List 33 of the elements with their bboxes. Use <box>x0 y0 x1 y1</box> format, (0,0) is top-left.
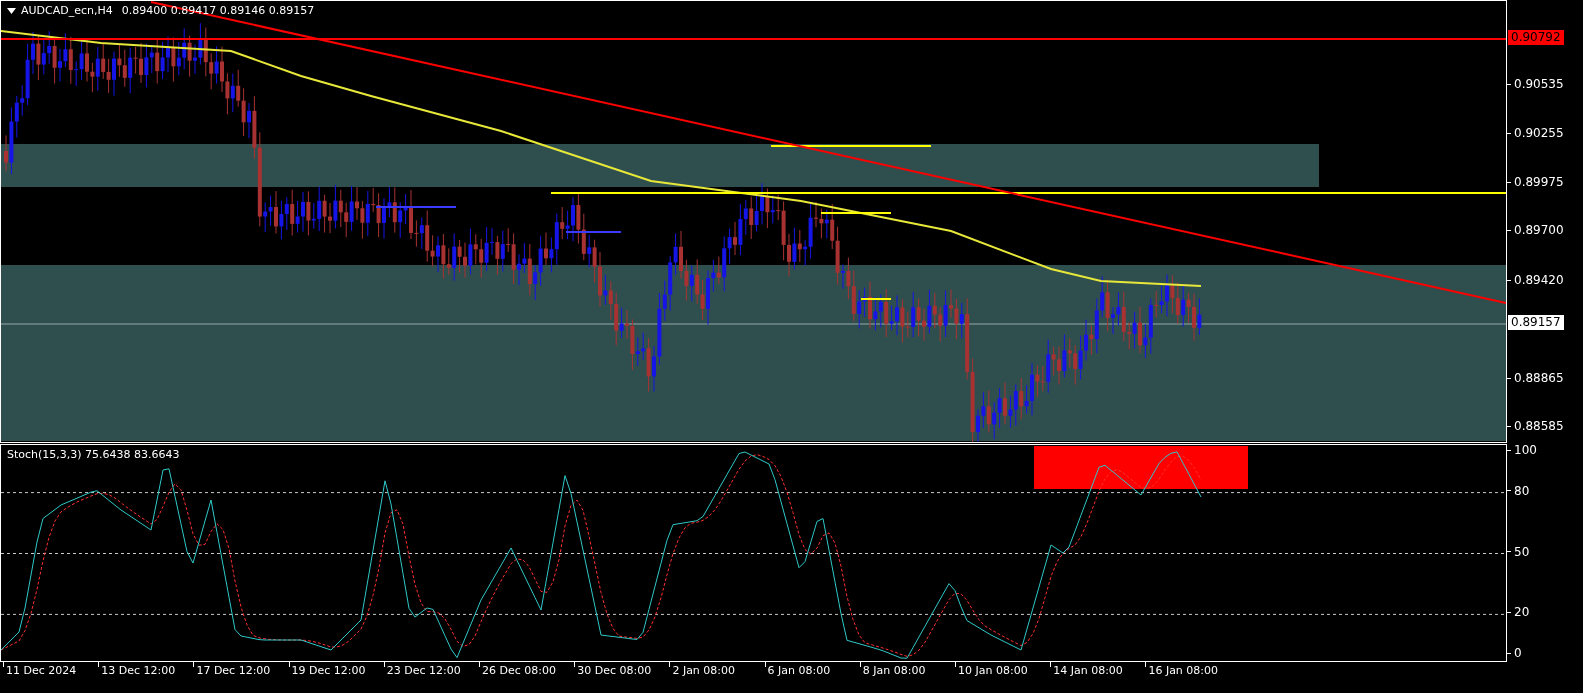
indicator-title: Stoch(15,3,3) 75.6438 83.6643 <box>7 448 180 461</box>
price-label: 0.90535 <box>1514 77 1564 91</box>
time-label: 16 Jan 08:00 <box>1148 663 1219 677</box>
price-label: 0.89700 <box>1514 223 1564 237</box>
dropdown-icon[interactable] <box>7 7 16 14</box>
time-label: 14 Jan 08:00 <box>1053 663 1123 677</box>
time-label: 17 Dec 12:00 <box>196 663 271 677</box>
price-label: 0.89420 <box>1514 273 1564 287</box>
level-label: 80 <box>1514 483 1530 498</box>
price-tag: 0.90792 <box>1508 30 1564 45</box>
time-label: 2 Jan 08:00 <box>672 663 736 677</box>
level-label: 0 <box>1514 646 1522 660</box>
price-label: 0.88865 <box>1514 371 1564 385</box>
level-label: 100 <box>1514 443 1537 457</box>
level-line <box>820 212 892 214</box>
level-label: 20 <box>1514 605 1530 620</box>
time-label: 10 Jan 08:00 <box>958 663 1028 677</box>
price-label: 0.88585 <box>1514 419 1564 433</box>
time-label: 23 Dec 12:00 <box>386 663 461 677</box>
time-label: 30 Dec 08:00 <box>577 663 652 677</box>
time-label: 13 Dec 12:00 <box>101 663 176 677</box>
time-label: 6 Jan 08:00 <box>767 663 831 677</box>
price-label: 0.89975 <box>1514 175 1564 189</box>
level-label: 50 <box>1514 544 1530 559</box>
symbol-label: AUDCAD_ecn,H4 <box>21 4 113 17</box>
time-label: 11 Dec 2024 <box>6 663 77 677</box>
time-label: 8 Jan 08:00 <box>862 663 926 677</box>
time-label: 26 Dec 08:00 <box>482 663 556 677</box>
level-line <box>860 298 892 300</box>
level-line <box>565 231 622 233</box>
time-label: 19 Dec 12:00 <box>291 663 366 677</box>
price-tag: 0.89157 <box>1508 315 1564 330</box>
price-label: 0.90255 <box>1514 126 1564 140</box>
